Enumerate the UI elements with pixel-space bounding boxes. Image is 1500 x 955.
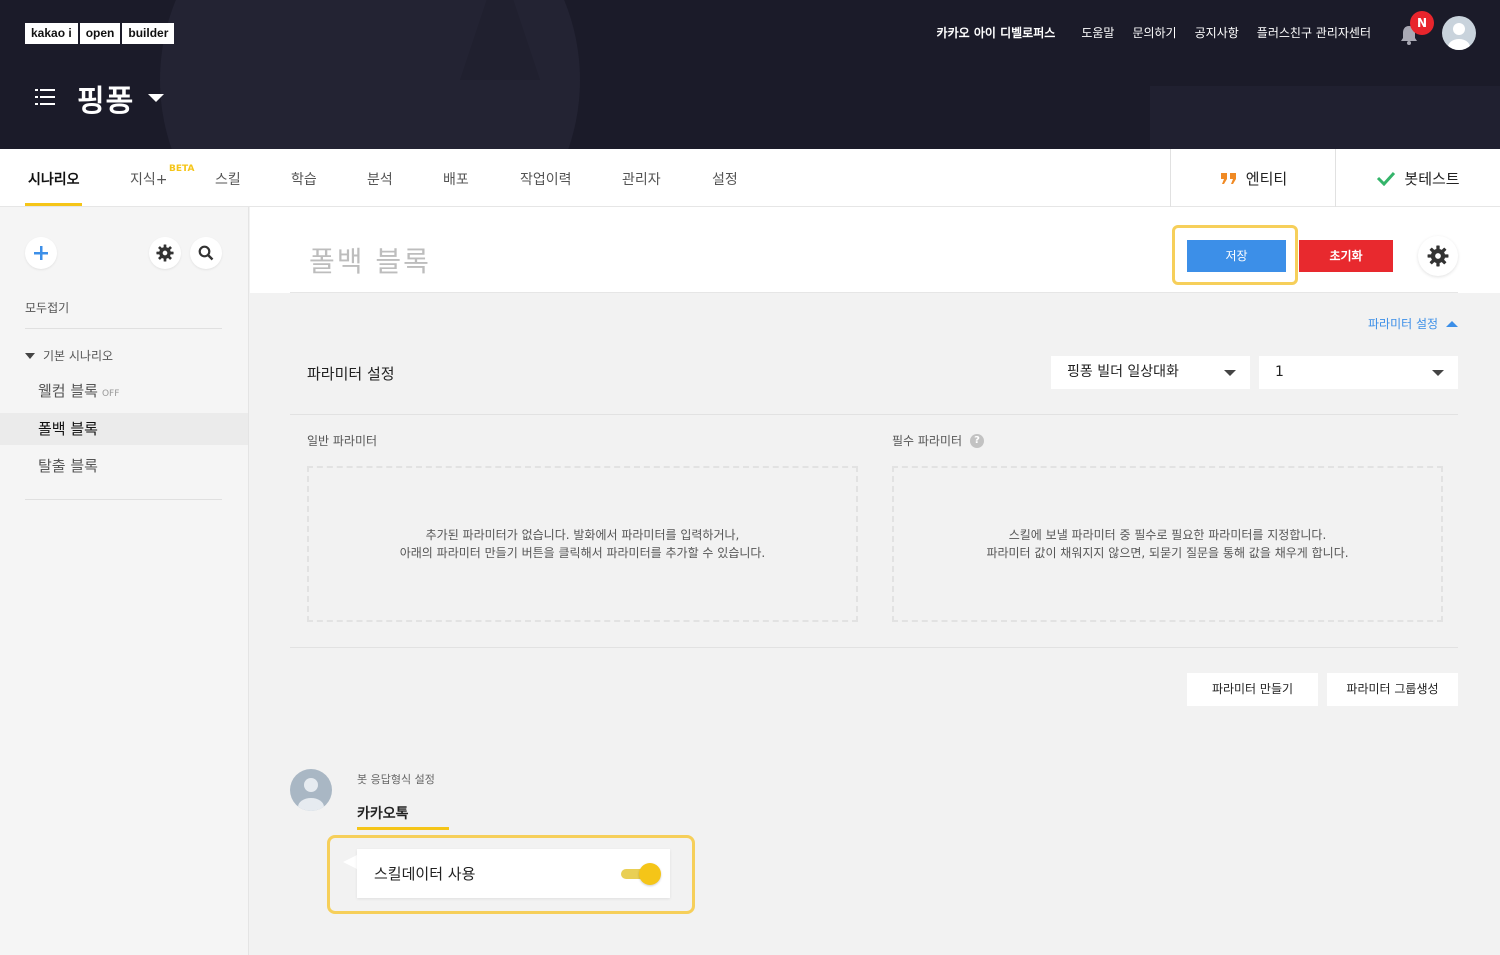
caret-down-icon (25, 352, 35, 359)
parameter-toggle-label: 파라미터 설정 (1368, 317, 1439, 331)
sidebar-item-label: 탈출 블록 (38, 457, 98, 475)
save-button[interactable]: 저장 (1187, 240, 1286, 272)
empty-message-line: 아래의 파라미터 만들기 버튼을 클릭해서 파라미터를 추가할 수 있습니다. (399, 546, 766, 560)
tab-bar: 시나리오 지식+ BETA 스킬 학습 분석 배포 작업이력 관리자 설정 엔티… (0, 149, 1500, 207)
block-title[interactable]: 폴백 블록 (309, 240, 431, 280)
sidebar-item-label: 폴백 블록 (38, 420, 98, 438)
caret-up-icon (1446, 320, 1459, 327)
scenario-select[interactable]: 핑퐁 빌더 일상대화 (1051, 356, 1250, 389)
top-nav: 카카오 아이 디벨로퍼스 도움말 문의하기 공지사항 플러스친구 관리자센터 (937, 24, 1371, 42)
general-parameter-label-text: 일반 파라미터 (307, 434, 378, 448)
logo-part: builder (122, 23, 175, 44)
nav-link-help[interactable]: 도움말 (1081, 24, 1114, 42)
chevron-down-icon (1432, 370, 1444, 376)
skill-data-toggle-knob[interactable] (639, 863, 661, 885)
nav-link-notice[interactable]: 공지사항 (1195, 24, 1239, 42)
tab-admin[interactable]: 관리자 (622, 169, 661, 189)
required-parameter-dropzone[interactable]: 스킬에 보낼 파라미터 중 필수로 필요한 파라미터를 지정합니다. 파라미터 … (892, 466, 1443, 622)
nav-link-inquiry[interactable]: 문의하기 (1132, 24, 1176, 42)
bot-select-caret-icon[interactable] (148, 94, 164, 102)
sidebar-item-label: 웰컴 블록 (38, 382, 98, 400)
speech-bubble-tail (343, 855, 357, 869)
logo-part: kakao i (25, 23, 78, 44)
gear-icon (1427, 245, 1449, 267)
scenario-sidebar: 모두접기 기본 시나리오 웰컴 블록 OFF 폴백 블록 탈출 블록 (0, 207, 249, 955)
tab-deploy[interactable]: 배포 (443, 169, 469, 189)
sidebar-divider (25, 499, 222, 500)
help-icon[interactable]: ? (970, 433, 985, 448)
search-icon (198, 245, 214, 261)
tab-settings[interactable]: 설정 (712, 169, 738, 189)
block-status-badge: OFF (101, 389, 120, 399)
sidebar-settings-button[interactable] (149, 237, 181, 269)
bot-avatar (290, 769, 332, 811)
number-select-value: 1 (1275, 364, 1284, 380)
sidebar-item-fallback-block[interactable]: 폴백 블록 (0, 413, 248, 445)
beta-badge: BETA (169, 164, 195, 174)
scenario-select-value: 핑퐁 빌더 일상대화 (1067, 364, 1179, 380)
required-parameter-label: 필수 파라미터 ? (892, 432, 985, 449)
tab-active-indicator (25, 203, 82, 206)
parameter-settings-toggle[interactable]: 파라미터 설정 (1368, 315, 1459, 332)
response-format-label: 봇 응답형식 설정 (357, 773, 435, 786)
entity-button[interactable]: 엔티티 (1170, 149, 1336, 207)
parameter-divider (290, 414, 1458, 415)
empty-message-line: 스킬에 보낼 파라미터 중 필수로 필요한 파라미터를 지정합니다. (1008, 528, 1327, 542)
skill-data-label: 스킬데이터 사용 (374, 865, 476, 883)
make-parameter-button[interactable]: 파라미터 만들기 (1187, 673, 1318, 706)
empty-message-line: 파라미터 값이 채워지지 않으면, 되묻기 질문을 통해 값을 채우게 합니다. (986, 546, 1349, 560)
notification-badge: N (1410, 11, 1434, 35)
header-decoration (1150, 86, 1500, 149)
tab-kakaotalk[interactable]: 카카오톡 (357, 803, 409, 823)
plus-icon (34, 246, 48, 260)
user-silhouette-icon (1448, 23, 1470, 50)
entity-label: 엔티티 (1245, 169, 1288, 188)
reset-button[interactable]: 초기화 (1299, 240, 1393, 272)
header-decoration (460, 0, 540, 80)
response-tab-indicator (357, 827, 449, 830)
scenario-group-basic[interactable]: 기본 시나리오 (25, 347, 113, 364)
tab-analysis[interactable]: 분석 (367, 169, 393, 189)
block-settings-button[interactable] (1418, 236, 1458, 276)
gear-icon (156, 244, 174, 262)
sidebar-item-welcome-block[interactable]: 웰컴 블록 OFF (0, 375, 248, 407)
general-parameter-dropzone[interactable]: 추가된 파라미터가 없습니다. 발화에서 파라미터를 입력하거나, 아래의 파라… (307, 466, 858, 622)
top-header (0, 0, 1500, 149)
tab-scenario[interactable]: 시나리오 (28, 169, 80, 189)
scenario-group-label: 기본 시나리오 (43, 349, 114, 363)
nav-link-developers[interactable]: 카카오 아이 디벨로퍼스 (937, 24, 1056, 42)
bot-name[interactable]: 핑퐁 (77, 76, 134, 120)
general-parameter-label: 일반 파라미터 (307, 432, 377, 449)
tab-history[interactable]: 작업이력 (520, 169, 572, 189)
chevron-down-icon (1224, 370, 1236, 376)
quote-icon (1220, 173, 1236, 184)
kakao-open-builder-logo[interactable]: kakao i open builder (25, 23, 176, 44)
sidebar-search-button[interactable] (190, 237, 222, 269)
required-parameter-label-text: 필수 파라미터 (892, 434, 963, 448)
parameter-divider (290, 647, 1458, 648)
sidebar-divider (25, 328, 222, 329)
tab-skill[interactable]: 스킬 (215, 169, 241, 189)
logo-part: open (79, 23, 121, 44)
bot-test-label: 봇테스트 (1404, 169, 1460, 188)
sidebar-item-exit-block[interactable]: 탈출 블록 (0, 450, 248, 482)
nav-link-plusfriend-admin[interactable]: 플러스친구 관리자센터 (1257, 24, 1371, 42)
user-silhouette-icon (298, 778, 324, 811)
collapse-all-link[interactable]: 모두접기 (25, 299, 69, 316)
check-icon (1377, 171, 1396, 186)
parameter-section-title: 파라미터 설정 (307, 365, 395, 383)
create-parameter-group-button[interactable]: 파라미터 그룹생성 (1327, 673, 1458, 706)
tab-learning[interactable]: 학습 (291, 169, 317, 189)
number-select[interactable]: 1 (1259, 356, 1458, 389)
tab-knowledge[interactable]: 지식+ (130, 169, 168, 189)
list-menu-icon[interactable] (35, 88, 55, 106)
empty-message-line: 추가된 파라미터가 없습니다. 발화에서 파라미터를 입력하거나, (425, 528, 740, 542)
add-scenario-button[interactable] (25, 237, 57, 269)
bot-test-button[interactable]: 봇테스트 (1335, 149, 1500, 207)
user-avatar[interactable] (1442, 16, 1476, 50)
